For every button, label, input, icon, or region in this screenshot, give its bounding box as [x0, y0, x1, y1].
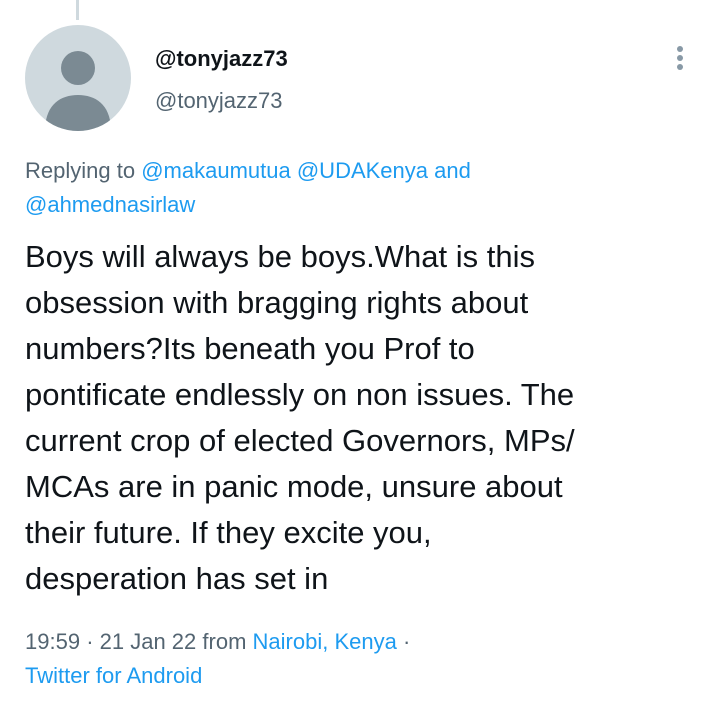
tweet-date[interactable]: 21 Jan 22: [100, 629, 197, 654]
meta-separator: ·: [402, 629, 411, 654]
user-handle[interactable]: @tonyjazz73: [155, 86, 288, 116]
tweet-location[interactable]: Nairobi, Kenya: [253, 629, 397, 654]
more-options-button[interactable]: [664, 42, 696, 74]
replying-conjunction[interactable]: and: [434, 158, 471, 183]
tweet-source[interactable]: Twitter for Android: [25, 663, 202, 688]
default-avatar-icon: [45, 51, 111, 131]
mention-ahmednasirlaw[interactable]: @ahmednasirlaw: [25, 192, 195, 217]
from-label: from: [202, 629, 247, 654]
vertical-ellipsis-icon: [677, 46, 683, 70]
tweet-detail: @tonyjazz73 @tonyjazz73 Replying to @mak…: [0, 0, 720, 711]
tweet-time[interactable]: 19:59: [25, 629, 80, 654]
meta-separator: ·: [86, 629, 94, 654]
thread-connector-line: [76, 0, 79, 20]
tweet-text: Boys will always be boys.What is this ob…: [25, 239, 575, 596]
avatar[interactable]: [25, 25, 131, 131]
mention-makaumutua[interactable]: @makaumutua: [141, 158, 291, 183]
tweet-metadata: 19:59 · 21 Jan 22 from Nairobi, Kenya · T…: [25, 625, 705, 693]
replying-prefix: Replying to: [25, 158, 136, 183]
mention-udakenya[interactable]: @UDAKenya: [297, 158, 428, 183]
user-info: @tonyjazz73 @tonyjazz73: [155, 44, 288, 116]
display-name[interactable]: @tonyjazz73: [155, 44, 288, 74]
replying-to-line: Replying to @makaumutua @UDAKenya and @ah…: [25, 154, 625, 222]
